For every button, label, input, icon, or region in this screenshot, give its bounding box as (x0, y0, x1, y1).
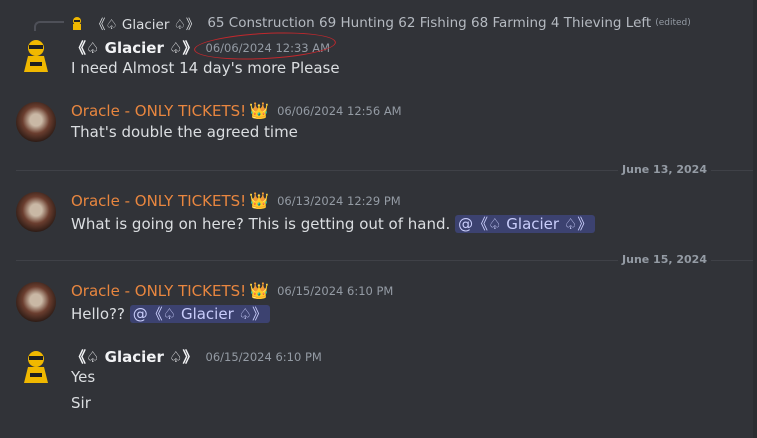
glacier-avatar[interactable] (16, 36, 56, 76)
timestamp[interactable]: 06/15/2024 6:10 PM (277, 284, 393, 298)
oracle-avatar[interactable] (16, 192, 56, 232)
message-text: Yes (71, 368, 96, 386)
reply-preview[interactable]: 《♤ Glacier ♤》 65 Construction 69 Hunting… (30, 12, 730, 34)
scroll-edge (753, 0, 757, 438)
timestamp[interactable]: 06/15/2024 6:10 PM (206, 350, 322, 364)
author-name[interactable]: Oracle - ONLY TICKETS! (71, 192, 246, 210)
oracle-avatar[interactable] (16, 102, 56, 142)
author-name[interactable]: Oracle - ONLY TICKETS! (71, 102, 246, 120)
user-mention[interactable]: @《♤ Glacier ♤》 (455, 215, 596, 233)
date-divider-label: June 15, 2024 (618, 253, 711, 266)
reply-edited-tag: (edited) (655, 18, 691, 28)
crown-icon: 👑 (249, 101, 270, 120)
message-text: What is going on here? This is getting o… (71, 215, 451, 233)
date-divider: June 13, 2024 (16, 163, 753, 176)
message-text: Sir (71, 394, 91, 412)
timestamp[interactable]: 06/13/2024 12:29 PM (277, 194, 401, 208)
crown-icon: 👑 (249, 191, 270, 210)
crown-icon: 👑 (249, 281, 270, 300)
oracle-avatar[interactable] (16, 282, 56, 322)
reply-author[interactable]: 《♤ Glacier ♤》 (92, 13, 199, 33)
date-divider: June 15, 2024 (16, 253, 753, 266)
message-body: Hello?? @《♤ Glacier ♤》 (71, 303, 270, 324)
timestamp[interactable]: 06/06/2024 12:56 AM (277, 104, 402, 118)
glacier-avatar-small-icon (73, 17, 81, 30)
author-name[interactable]: 《♤ Glacier ♤》 (71, 346, 198, 367)
message-text: I need Almost 14 day's more Please (71, 59, 340, 77)
date-divider-label: June 13, 2024 (618, 163, 711, 176)
message-text: That's double the agreed time (71, 123, 298, 141)
author-name[interactable]: Oracle - ONLY TICKETS! (71, 282, 246, 300)
reply-text[interactable]: 65 Construction 69 Hunting 62 Fishing 68… (207, 15, 651, 31)
message-body: What is going on here? This is getting o… (71, 213, 596, 234)
timestamp[interactable]: 06/06/2024 12:33 AM (192, 28, 337, 63)
author-name[interactable]: 《♤ Glacier ♤》 (71, 37, 198, 58)
glacier-avatar[interactable] (16, 347, 56, 387)
message-text: Hello?? (71, 305, 125, 323)
user-mention[interactable]: @《♤ Glacier ♤》 (129, 305, 270, 323)
